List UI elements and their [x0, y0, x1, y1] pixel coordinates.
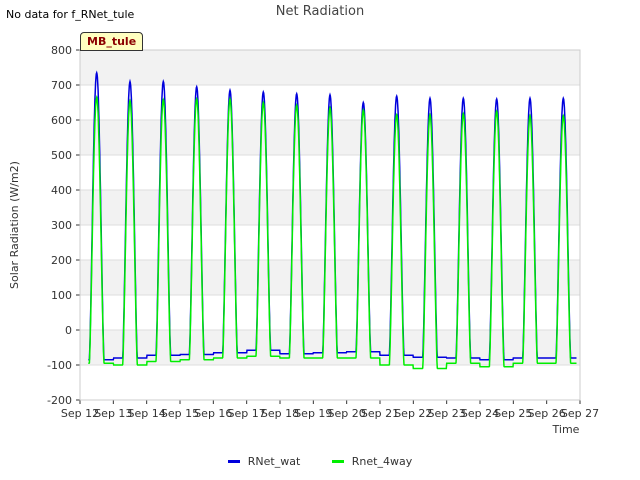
legend-item-rnet-wat: RNet_wat: [227, 455, 301, 468]
legend-swatch-rnet-wat: [227, 460, 240, 463]
y-tick-label: 500: [51, 149, 72, 162]
y-tick-label: -100: [47, 359, 72, 372]
y-tick-label: 100: [51, 289, 72, 302]
y-tick-label: 200: [51, 254, 72, 267]
grid-band: [80, 120, 580, 155]
y-tick-label: 400: [51, 184, 72, 197]
legend-label-rnet-wat: RNet_wat: [247, 455, 301, 468]
grid-band: [80, 50, 580, 85]
chart-title: Net Radiation: [275, 4, 365, 19]
grid-band: [80, 260, 580, 295]
legend-item-rnet-4way: Rnet_4way: [331, 455, 413, 468]
y-axis-label: Solar Radiation (W/m2): [8, 161, 21, 289]
legend-swatch-rnet-4way: [331, 460, 344, 463]
chart-legend: RNet_wat Rnet_4way: [0, 453, 640, 468]
net-radiation-chart: -200-1000100200300400500600700800Sep 12S…: [8, 44, 599, 436]
y-tick-label: 800: [51, 44, 72, 57]
site-badge: MB_tule: [80, 32, 144, 51]
x-axis-label: Time: [552, 423, 580, 436]
grid-band: [80, 190, 580, 225]
y-tick-label: 0: [65, 324, 72, 337]
y-tick-label: 300: [51, 219, 72, 232]
y-tick-label: 600: [51, 114, 72, 127]
y-tick-label: 700: [51, 79, 72, 92]
legend-label-rnet-4way: Rnet_4way: [351, 455, 413, 468]
x-tick-label: Sep 27: [561, 407, 599, 420]
y-tick-label: -200: [47, 394, 72, 407]
